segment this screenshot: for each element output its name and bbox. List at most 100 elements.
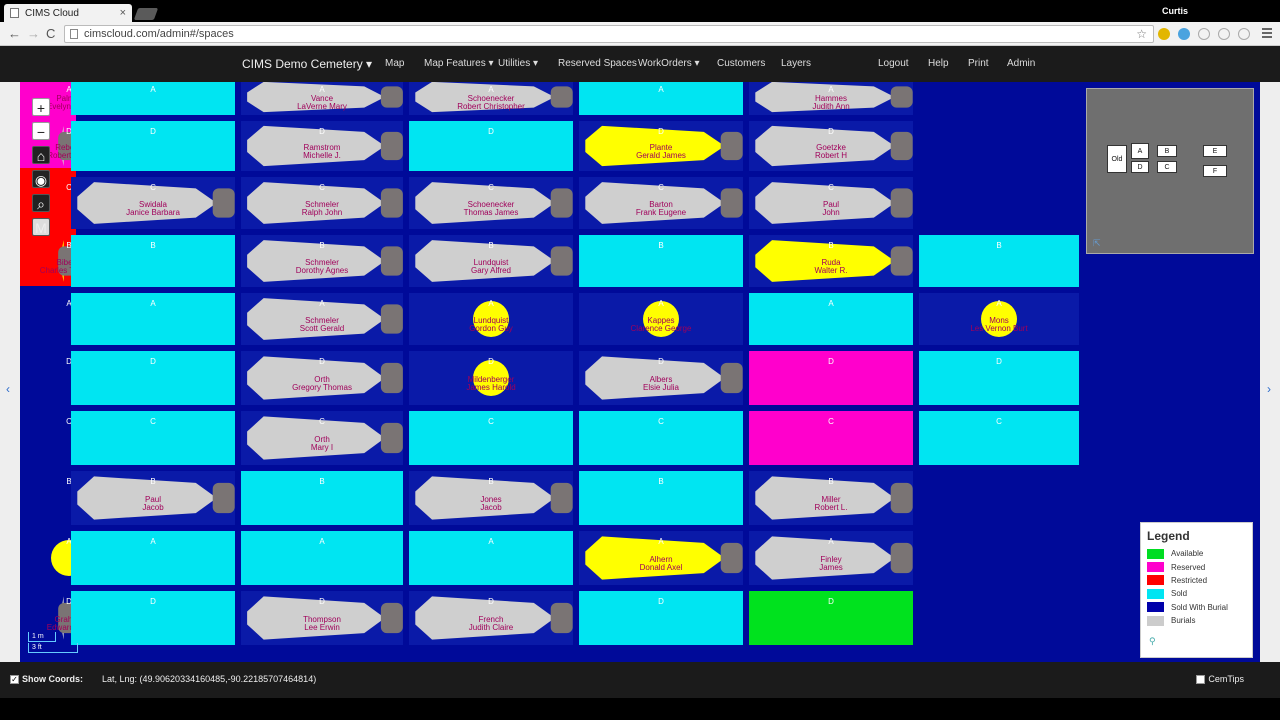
show-coords-toggle[interactable]: ✓ Show Coords: [10, 674, 83, 684]
burial-name-label[interactable]: Gary Alfred [471, 266, 511, 275]
space-section-label[interactable]: D [828, 127, 834, 136]
headstone-marker[interactable] [380, 188, 403, 218]
forward-arrow-icon[interactable]: → [27, 26, 40, 41]
headstone-marker[interactable] [720, 542, 743, 574]
space-section-label[interactable]: C [828, 417, 834, 426]
nav-map[interactable]: Map [385, 58, 404, 69]
space-section-label[interactable]: D [658, 127, 664, 136]
overview-map[interactable]: Old A B C D E F ⇱ [1086, 88, 1254, 254]
cemetery-map[interactable]: A Palmer Evelyn Mary A A Vance LaVerne Mary A Sc… [20, 82, 1260, 662]
burial-name-label[interactable]: Michelle J. [303, 151, 341, 160]
space-section-label[interactable]: A [488, 537, 494, 546]
extension-icon[interactable] [1158, 28, 1170, 40]
chevron-right-icon[interactable]: › [1267, 382, 1271, 396]
space-section-label[interactable]: D [828, 357, 834, 366]
space-section-label[interactable]: D [150, 127, 156, 136]
burial-name-label[interactable]: Ralph John [302, 208, 342, 217]
space-section-label[interactable]: D [658, 597, 664, 606]
space-section-label[interactable]: A [658, 299, 664, 308]
headstone-marker[interactable] [380, 602, 403, 634]
measure-button[interactable]: M [32, 218, 50, 236]
space-section-label[interactable]: A [828, 299, 834, 308]
space-section-label[interactable]: C [658, 417, 664, 426]
map-canvas[interactable]: APalmerEvelyn MaryA AVanceLaVerne MaryASc… [20, 82, 1260, 662]
nav-map-features[interactable]: Map Features ▾ [424, 58, 494, 69]
burial-name-label[interactable]: Jacob [142, 503, 164, 512]
headstone-marker[interactable] [380, 131, 403, 161]
headstone-marker[interactable] [212, 482, 235, 514]
space-section-label[interactable]: B [828, 477, 833, 486]
url-input[interactable]: cimscloud.com/admin#/spaces ☆ [64, 25, 1154, 43]
overview-section-d[interactable]: D [1131, 161, 1149, 173]
space-section-label[interactable]: B [658, 477, 663, 486]
headstone-marker[interactable] [380, 246, 403, 276]
space-section-label[interactable]: C [996, 417, 1002, 426]
space-section-label[interactable]: B [828, 241, 833, 250]
left-panel-toggle[interactable]: ‹ [0, 82, 20, 662]
burial-name-label[interactable]: Clarence George [631, 324, 692, 333]
space-section-label[interactable]: A [996, 299, 1002, 308]
overview-section-b[interactable]: B [1157, 145, 1177, 157]
burial-name-label[interactable]: Gregory Thomas [292, 383, 352, 392]
nav-print[interactable]: Print [968, 58, 989, 69]
burial-name-label[interactable]: Donald Axel [640, 563, 683, 572]
expand-icon[interactable]: ⇱ [1093, 238, 1101, 249]
headstone-marker[interactable] [890, 86, 913, 108]
headstone-marker[interactable] [720, 131, 743, 161]
overview-section-f[interactable]: F [1203, 165, 1227, 177]
space-section-label[interactable]: A [150, 299, 156, 308]
space-section-label[interactable]: C [658, 183, 664, 192]
space-section-label[interactable]: B [150, 241, 155, 250]
zoom-box-button[interactable]: ⌕ [32, 194, 50, 212]
space-section-label[interactable]: B [488, 241, 493, 250]
overview-section-e[interactable]: E [1203, 145, 1227, 157]
headstone-marker[interactable] [890, 188, 913, 218]
burial-name-label[interactable]: Dorothy Agnes [296, 266, 348, 275]
headstone-marker[interactable] [720, 362, 743, 394]
browser-menu-icon[interactable] [1262, 28, 1272, 40]
burial-name-label[interactable]: Lee Erwin [304, 623, 340, 632]
space-section-label[interactable]: D [996, 357, 1002, 366]
space-section-label[interactable]: A [319, 85, 325, 94]
headstone-marker[interactable] [212, 188, 235, 218]
headstone-marker[interactable] [550, 482, 573, 514]
space-section-label[interactable]: B [319, 241, 324, 250]
space-section-label[interactable]: A [319, 537, 325, 546]
profile-name[interactable]: Curtis [1162, 6, 1188, 16]
cemtips-toggle[interactable]: CemTips [1196, 674, 1244, 684]
nav-utilities[interactable]: Utilities ▾ [498, 58, 538, 69]
space-section-label[interactable]: A [658, 85, 664, 94]
space-section-label[interactable]: B [658, 241, 663, 250]
burial-name-label[interactable]: Walter R. [814, 266, 847, 275]
home-button[interactable]: ⌂ [32, 146, 50, 164]
nav-workorders[interactable]: WorkOrders ▾ [638, 58, 700, 69]
extension-icon[interactable] [1238, 28, 1250, 40]
overview-section-c[interactable]: C [1157, 161, 1177, 173]
burial-name-label[interactable]: Jacob [480, 503, 502, 512]
space-section-label[interactable]: C [828, 183, 834, 192]
headstone-marker[interactable] [890, 482, 913, 514]
reload-icon[interactable]: C [46, 26, 55, 41]
overview-section-old[interactable]: Old [1107, 145, 1127, 173]
burial-name-label[interactable]: Gordon Guy [469, 324, 513, 333]
cemtips-checkbox[interactable] [1196, 674, 1206, 684]
burial-name-label[interactable]: Scott Gerald [300, 324, 344, 333]
chevron-left-icon[interactable]: ‹ [6, 382, 10, 396]
headstone-marker[interactable] [380, 422, 403, 454]
burial-name-label[interactable]: Robert Christopher [457, 102, 525, 111]
space-section-label[interactable]: D [150, 357, 156, 366]
overview-section-a[interactable]: A [1131, 143, 1149, 159]
space-section-label[interactable]: A [828, 537, 834, 546]
nav-customers[interactable]: Customers [717, 58, 765, 69]
space-section-label[interactable]: D [319, 127, 325, 136]
headstone-marker[interactable] [550, 246, 573, 276]
space-section-label[interactable]: A [319, 299, 325, 308]
headstone-marker[interactable] [380, 304, 403, 334]
right-panel-toggle[interactable]: › [1260, 82, 1280, 662]
space-section-label[interactable]: C [150, 417, 156, 426]
zoom-in-button[interactable]: + [32, 98, 50, 116]
burial-name-label[interactable]: Judith Claire [469, 623, 514, 632]
space-section-label[interactable]: B [66, 477, 71, 486]
search-icon[interactable]: ⚲ [1149, 636, 1156, 647]
burial-name-label[interactable]: LaVerne Mary [297, 102, 347, 111]
